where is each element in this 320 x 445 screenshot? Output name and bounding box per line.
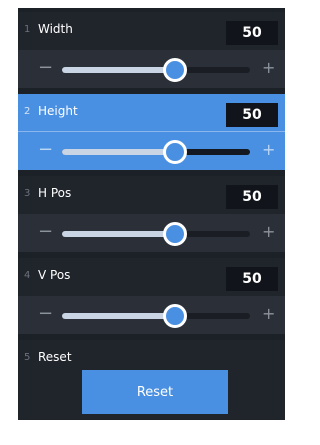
slider-thumb[interactable] xyxy=(162,140,187,164)
width-value-input[interactable]: 50 xyxy=(226,21,278,45)
width-header: 1 Width 50 xyxy=(18,12,285,50)
hpos-value-input[interactable]: 50 xyxy=(226,185,278,209)
hpos-number: 3 xyxy=(24,188,31,199)
vpos-slider-row: − + xyxy=(18,296,285,334)
plus-icon[interactable]: + xyxy=(262,140,275,160)
plus-icon[interactable]: + xyxy=(262,222,275,242)
width-slider-row: − + xyxy=(18,50,285,88)
plus-icon[interactable]: + xyxy=(262,304,275,324)
minus-icon[interactable]: − xyxy=(38,222,53,242)
height-label: Height xyxy=(38,104,78,118)
vpos-number: 4 xyxy=(24,270,31,281)
reset-number: 5 xyxy=(24,352,31,363)
slider-thumb[interactable] xyxy=(162,58,187,82)
vpos-control: 4 V Pos 50 − + xyxy=(18,258,285,334)
vpos-value-input[interactable]: 50 xyxy=(226,267,278,291)
hpos-label: H Pos xyxy=(38,186,72,200)
vpos-label: V Pos xyxy=(38,268,71,282)
height-header: 2 Height 50 xyxy=(18,94,285,132)
slider-fill xyxy=(62,67,175,73)
vpos-header: 4 V Pos 50 xyxy=(18,258,285,296)
hpos-slider[interactable] xyxy=(62,222,250,246)
slider-fill xyxy=(62,149,175,155)
slider-fill xyxy=(62,231,175,237)
height-slider-row: − + xyxy=(18,132,285,170)
reset-button[interactable]: Reset xyxy=(82,370,228,414)
plus-icon[interactable]: + xyxy=(262,58,275,78)
vpos-slider[interactable] xyxy=(62,304,250,328)
slider-fill xyxy=(62,313,175,319)
width-control: 1 Width 50 − + xyxy=(18,12,285,88)
height-control: 2 Height 50 − + xyxy=(18,94,285,170)
width-number: 1 xyxy=(24,24,31,35)
slider-thumb[interactable] xyxy=(162,304,187,328)
width-slider[interactable] xyxy=(62,58,250,82)
minus-icon[interactable]: − xyxy=(38,304,53,324)
reset-label: Reset xyxy=(38,350,72,364)
height-slider[interactable] xyxy=(62,140,250,164)
hpos-control: 3 H Pos 50 − + xyxy=(18,176,285,252)
minus-icon[interactable]: − xyxy=(38,140,53,160)
hpos-header: 3 H Pos 50 xyxy=(18,176,285,214)
hpos-slider-row: − + xyxy=(18,214,285,252)
width-label: Width xyxy=(38,22,73,36)
settings-panel: 1 Width 50 − + 2 Height 50 − + 3 H Pos 5… xyxy=(18,8,285,420)
height-value-input[interactable]: 50 xyxy=(226,103,278,127)
height-number: 2 xyxy=(24,106,31,117)
minus-icon[interactable]: − xyxy=(38,58,53,78)
slider-thumb[interactable] xyxy=(162,222,187,246)
